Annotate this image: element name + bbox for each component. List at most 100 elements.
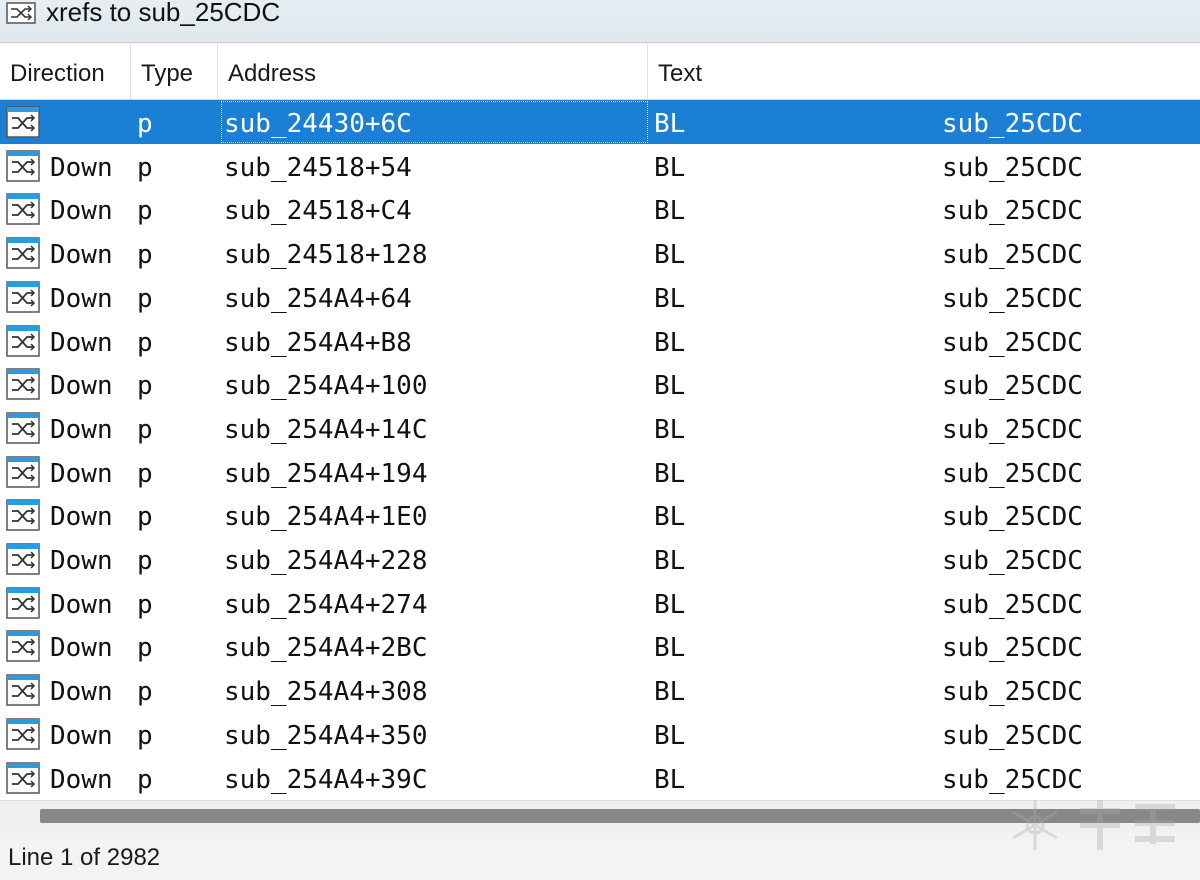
table-row[interactable]: Down p sub_254A4+100 BL sub_25CDC [0,362,1200,406]
cell-type: p [137,414,153,445]
cell-instruction: BL [654,720,686,751]
cell-direction: Down [50,196,113,227]
cell-type: p [137,589,153,620]
cell-instruction: BL [654,589,686,620]
cell-target: sub_25CDC [942,458,1083,489]
table-row[interactable]: p sub_24430+6C BL sub_25CDC [0,100,1200,144]
table-row[interactable]: Down p sub_254A4+350 BL sub_25CDC [0,712,1200,756]
cell-address: sub_254A4+100 [224,371,428,402]
table-row[interactable]: Down p sub_24518+128 BL sub_25CDC [0,231,1200,275]
cell-type: p [137,371,153,402]
cell-direction: Down [50,502,113,533]
cell-address: sub_254A4+2BC [224,633,428,664]
cell-address: sub_254A4+308 [224,677,428,708]
cell-instruction: BL [654,109,686,139]
cell-type: p [137,677,153,708]
cell-target: sub_25CDC [942,283,1083,314]
table-row[interactable]: Down p sub_254A4+194 BL sub_25CDC [0,450,1200,494]
cell-target: sub_25CDC [942,414,1083,445]
table-row[interactable]: Down p sub_24518+54 BL sub_25CDC [0,144,1200,188]
table-row[interactable]: Down p sub_254A4+274 BL sub_25CDC [0,581,1200,625]
cell-instruction: BL [654,240,686,271]
cell-direction: Down [50,414,113,445]
cell-target: sub_25CDC [942,371,1083,402]
cell-type: p [137,109,153,139]
cell-direction: Down [50,677,113,708]
cell-type: p [137,720,153,751]
cell-address: sub_254A4+39C [224,764,428,795]
cell-instruction: BL [654,414,686,445]
cell-address: sub_24430+6C [220,100,649,144]
cell-instruction: BL [654,764,686,795]
table-row[interactable]: Down p sub_254A4+228 BL sub_25CDC [0,537,1200,581]
cell-instruction: BL [654,371,686,402]
cell-address: sub_254A4+350 [224,720,428,751]
cell-type: p [137,283,153,314]
cell-target: sub_25CDC [942,152,1083,183]
cell-direction: Down [50,283,113,314]
cell-direction: Down [50,371,113,402]
table-row[interactable]: Down p sub_254A4+14C BL sub_25CDC [0,406,1200,450]
cell-type: p [137,196,153,227]
cell-target: sub_25CDC [942,327,1083,358]
cell-type: p [137,458,153,489]
cell-address: sub_254A4+64 [224,283,412,314]
table-row[interactable]: Down p sub_254A4+B8 BL sub_25CDC [0,319,1200,363]
cell-direction: Down [50,240,113,271]
xref-icon [6,2,36,24]
cell-target: sub_25CDC [942,240,1083,271]
cell-target: sub_25CDC [942,677,1083,708]
table-row[interactable]: Down p sub_254A4+1E0 BL sub_25CDC [0,493,1200,537]
cell-address: sub_24518+54 [224,152,412,183]
cell-instruction: BL [654,633,686,664]
cell-address: sub_254A4+228 [224,546,428,576]
xref-list[interactable]: p sub_24430+6C BL sub_25CDC Down p sub_24518+5… [0,100,1200,800]
cell-target: sub_25CDC [942,546,1083,576]
cell-address: sub_24518+C4 [224,196,412,227]
cell-direction: Down [50,458,113,489]
cell-target: sub_25CDC [942,633,1083,664]
cell-instruction: BL [654,283,686,314]
cell-type: p [137,240,153,271]
cell-address: sub_254A4+B8 [224,327,412,358]
cell-direction: Down [50,589,113,620]
snowflake-watermark-icon [1012,800,1175,850]
cell-instruction: BL [654,196,686,227]
cell-address: sub_254A4+14C [224,414,428,445]
cell-address: sub_254A4+1E0 [224,502,428,533]
cell-direction: Down [50,546,113,576]
cell-direction: Down [50,764,113,795]
table-row[interactable]: Down p sub_24518+C4 BL sub_25CDC [0,187,1200,231]
window-titlebar: xrefs to sub_25CDC [0,0,1200,43]
column-header: Direction Type Address Text [0,44,1200,100]
cell-instruction: BL [654,152,686,183]
cell-instruction: BL [654,327,686,358]
window-title: xrefs to sub_25CDC [46,0,281,27]
table-row[interactable]: Down p sub_254A4+64 BL sub_25CDC [0,275,1200,319]
cell-address: sub_254A4+274 [224,589,428,620]
cell-target: sub_25CDC [942,109,1083,139]
cell-address: sub_24518+128 [224,240,428,271]
cell-type: p [137,546,153,576]
cell-type: p [137,764,153,795]
cell-direction: Down [50,633,113,664]
cell-type: p [137,152,153,183]
cell-instruction: BL [654,458,686,489]
cell-instruction: BL [654,502,686,533]
cell-type: p [137,502,153,533]
column-header-type[interactable]: Type [131,44,218,99]
cell-address: sub_254A4+194 [224,458,428,489]
cell-target: sub_25CDC [942,720,1083,751]
cell-direction: Down [50,720,113,751]
column-header-direction[interactable]: Direction [0,44,131,99]
column-header-text[interactable]: Text [648,44,1200,99]
cell-direction: Down [50,327,113,358]
cell-target: sub_25CDC [942,589,1083,620]
cell-type: p [137,633,153,664]
status-line-count: Line 1 of 2982 [8,844,161,871]
cell-instruction: BL [654,677,686,708]
table-row[interactable]: Down p sub_254A4+308 BL sub_25CDC [0,668,1200,712]
column-header-address[interactable]: Address [218,44,648,99]
cell-target: sub_25CDC [942,502,1083,533]
table-row[interactable]: Down p sub_254A4+2BC BL sub_25CDC [0,624,1200,668]
